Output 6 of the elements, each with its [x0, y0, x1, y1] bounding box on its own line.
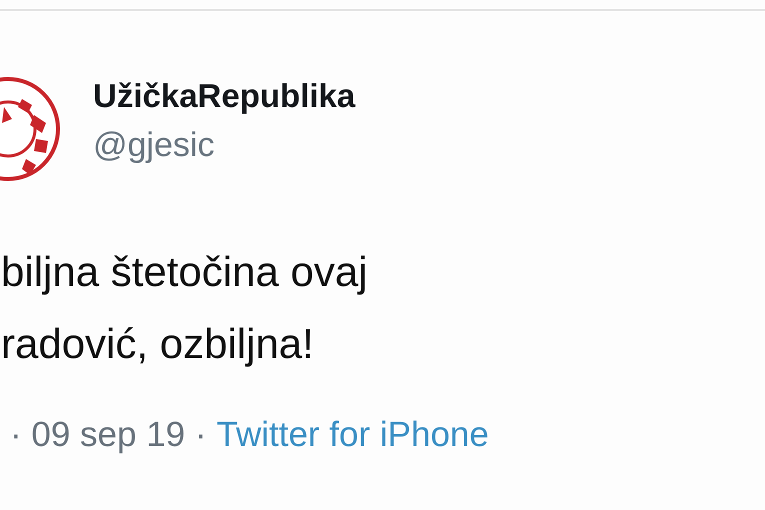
tweet-text: radović, ozbiljna! — [1, 319, 315, 369]
source-link[interactable]: Twitter for iPhone — [216, 413, 489, 457]
tweet-text: biljna štetočina ovaj — [1, 247, 369, 297]
author-handle[interactable]: @gjesic — [93, 124, 356, 166]
author-name[interactable]: UžičkaRepublika — [93, 76, 356, 116]
tweet-date: · 09 sep 19 · — [10, 414, 206, 456]
